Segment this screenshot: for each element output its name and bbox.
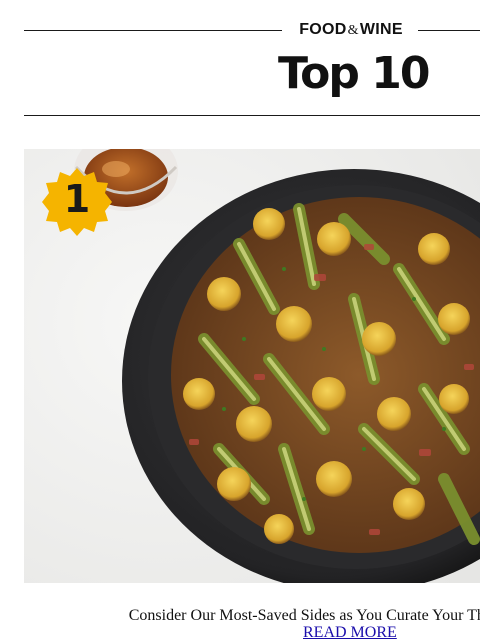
rank-badge: 1 xyxy=(42,167,112,237)
story-headline[interactable]: Consider Our Most-Saved Sides as You Cur… xyxy=(0,607,480,625)
brand-logo-food: FOOD xyxy=(299,21,347,38)
rank-number: 1 xyxy=(63,177,91,221)
brand-logo-wine: WINE xyxy=(359,21,403,38)
page-title: Top 10 xyxy=(278,48,430,99)
header-rule-right xyxy=(418,30,480,31)
brand-logo[interactable]: FOOD&WINE xyxy=(296,21,406,39)
brand-logo-amp: & xyxy=(347,23,359,38)
hero-image[interactable]: 1 xyxy=(24,149,480,583)
read-more-link[interactable]: READ MORE xyxy=(303,624,397,642)
header-rule-left xyxy=(24,30,282,31)
header-divider xyxy=(24,115,480,116)
